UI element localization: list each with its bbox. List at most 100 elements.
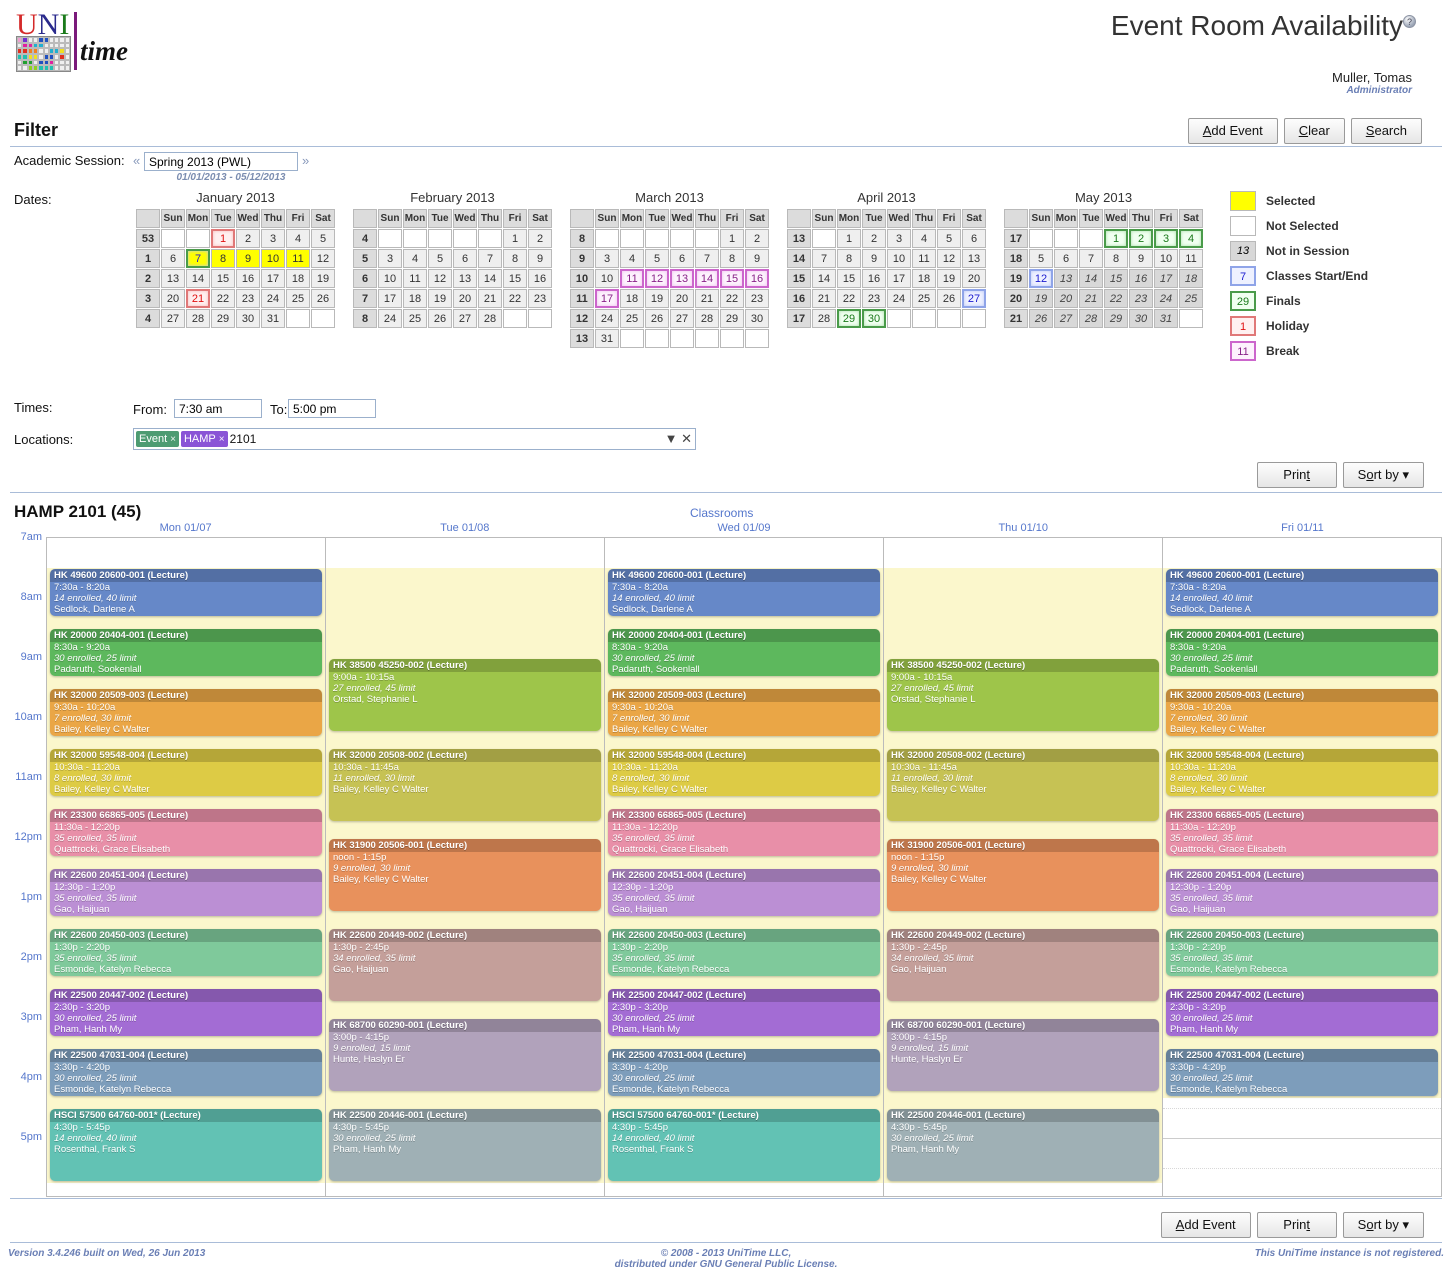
- calendar-day[interactable]: 3: [261, 229, 285, 248]
- calendar-day[interactable]: 13: [670, 269, 694, 288]
- calendar-day[interactable]: 3: [1154, 229, 1178, 248]
- event-block[interactable]: HK 22500 20447-002 (Lecture) 2:30p - 3:20…: [50, 989, 322, 1036]
- day-column[interactable]: HK 38500 45250-002 (Lecture) 9:00a - 10:1…: [326, 537, 605, 1197]
- event-block[interactable]: HK 22500 20447-002 (Lecture) 2:30p - 3:20…: [1166, 989, 1438, 1036]
- event-block[interactable]: HK 22600 20450-003 (Lecture) 1:30p - 2:20…: [50, 929, 322, 976]
- calendar-day[interactable]: 6: [161, 249, 185, 268]
- event-block[interactable]: HK 32000 20509-003 (Lecture) 9:30a - 10:2…: [50, 689, 322, 736]
- event-block[interactable]: HK 22500 20447-002 (Lecture) 2:30p - 3:20…: [608, 989, 880, 1036]
- calendar-day[interactable]: 29: [837, 309, 861, 328]
- calendar-day[interactable]: 19: [937, 269, 961, 288]
- calendar-day[interactable]: 14: [478, 269, 502, 288]
- calendar-day[interactable]: 7: [1079, 249, 1103, 268]
- event-block[interactable]: HK 38500 45250-002 (Lecture) 9:00a - 10:1…: [887, 659, 1159, 731]
- next-session-arrow[interactable]: »: [302, 153, 309, 168]
- event-block[interactable]: HK 22600 20449-002 (Lecture) 1:30p - 2:45…: [887, 929, 1159, 1001]
- calendar-day[interactable]: 10: [887, 249, 911, 268]
- month-calendar[interactable]: Sun Mon Tue Wed Thu Fri Sat 4 1 2 5 3 4 5 6 7 8 9 6 10 11 12 1…: [352, 208, 553, 329]
- calendar-day[interactable]: 7: [812, 249, 836, 268]
- calendar-day[interactable]: 28: [695, 309, 719, 328]
- calendar-day[interactable]: 11: [286, 249, 310, 268]
- event-block[interactable]: HK 22600 20449-002 (Lecture) 1:30p - 2:45…: [329, 929, 601, 1001]
- calendar-day[interactable]: 2: [862, 229, 886, 248]
- calendar-day[interactable]: 28: [812, 309, 836, 328]
- calendar-day[interactable]: 13: [161, 269, 185, 288]
- calendar-day[interactable]: 2: [745, 229, 769, 248]
- calendar-day[interactable]: 8: [720, 249, 744, 268]
- close-icon[interactable]: ×: [170, 434, 176, 445]
- event-block[interactable]: HK 22600 20451-004 (Lecture) 12:30p - 1:2…: [50, 869, 322, 916]
- calendar-day[interactable]: 23: [745, 289, 769, 308]
- event-block[interactable]: HK 49600 20600-001 (Lecture) 7:30a - 8:20…: [1166, 569, 1438, 616]
- calendar-day[interactable]: 11: [912, 249, 936, 268]
- calendar-day[interactable]: 24: [378, 309, 402, 328]
- calendar-day[interactable]: 5: [311, 229, 335, 248]
- calendar-day[interactable]: 5: [428, 249, 452, 268]
- calendar-day[interactable]: 11: [403, 269, 427, 288]
- calendar-day[interactable]: 21: [812, 289, 836, 308]
- event-block[interactable]: HK 32000 59548-004 (Lecture) 10:30a - 11:…: [608, 749, 880, 796]
- close-icon[interactable]: ✕: [681, 431, 692, 446]
- month-calendar[interactable]: Sun Mon Tue Wed Thu Fri Sat 17 1 2 3 4 18 5 6 7 8 9 10 11 19…: [1003, 208, 1204, 329]
- calendar-day[interactable]: 12: [311, 249, 335, 268]
- event-block[interactable]: HK 32000 20509-003 (Lecture) 9:30a - 10:2…: [608, 689, 880, 736]
- calendar-day[interactable]: 25: [1179, 289, 1203, 308]
- time-to-input[interactable]: [288, 399, 376, 418]
- calendar-day[interactable]: 6: [1054, 249, 1078, 268]
- calendar-day[interactable]: 25: [286, 289, 310, 308]
- calendar-day[interactable]: 22: [720, 289, 744, 308]
- calendar-day[interactable]: 14: [1079, 269, 1103, 288]
- print-button-bottom[interactable]: Print: [1256, 1212, 1337, 1238]
- calendar-day[interactable]: 13: [962, 249, 986, 268]
- calendar-day[interactable]: 12: [645, 269, 669, 288]
- calendar-day[interactable]: 4: [286, 229, 310, 248]
- calendar-day[interactable]: 25: [912, 289, 936, 308]
- calendar-day[interactable]: 27: [962, 289, 986, 308]
- event-block[interactable]: HK 23300 66865-005 (Lecture) 11:30a - 12:…: [608, 809, 880, 856]
- calendar-day[interactable]: 9: [745, 249, 769, 268]
- clear-button[interactable]: Clear: [1283, 118, 1345, 144]
- calendar-day[interactable]: 9: [236, 249, 260, 268]
- event-block[interactable]: HK 31900 20506-001 (Lecture) noon - 1:15p…: [329, 839, 601, 911]
- calendar-day[interactable]: 24: [595, 309, 619, 328]
- month-calendar[interactable]: Sun Mon Tue Wed Thu Fri Sat 53 1 2 3 4 5 1 6 7 8 9 10 11 12 2…: [135, 208, 336, 329]
- calendar-day[interactable]: 16: [528, 269, 552, 288]
- calendar-day[interactable]: 16: [862, 269, 886, 288]
- calendar-day[interactable]: 20: [962, 269, 986, 288]
- calendar-day[interactable]: 14: [812, 269, 836, 288]
- calendar-day[interactable]: 19: [645, 289, 669, 308]
- calendar-day[interactable]: 19: [311, 269, 335, 288]
- event-block[interactable]: HK 68700 60290-001 (Lecture) 3:00p - 4:15…: [329, 1019, 601, 1091]
- calendar-day[interactable]: 19: [428, 289, 452, 308]
- calendar-day[interactable]: 17: [1154, 269, 1178, 288]
- location-chip-event[interactable]: Event ×: [136, 431, 179, 447]
- add-event-button-top[interactable]: Add Event: [1187, 118, 1278, 144]
- calendar-day[interactable]: 10: [595, 269, 619, 288]
- calendar-day[interactable]: 20: [670, 289, 694, 308]
- calendar-day[interactable]: 20: [453, 289, 477, 308]
- event-block[interactable]: HK 22500 20446-001 (Lecture) 4:30p - 5:45…: [887, 1109, 1159, 1181]
- calendar-day[interactable]: 24: [261, 289, 285, 308]
- day-column[interactable]: HK 38500 45250-002 (Lecture) 9:00a - 10:1…: [884, 537, 1163, 1197]
- calendar-day[interactable]: 23: [862, 289, 886, 308]
- event-block[interactable]: HK 49600 20600-001 (Lecture) 7:30a - 8:20…: [608, 569, 880, 616]
- event-block[interactable]: HK 22600 20451-004 (Lecture) 12:30p - 1:2…: [1166, 869, 1438, 916]
- sort-by-button-bottom[interactable]: Sort by ▾: [1342, 1212, 1424, 1238]
- event-block[interactable]: HK 22500 47031-004 (Lecture) 3:30p - 4:20…: [50, 1049, 322, 1096]
- calendar-day[interactable]: 16: [1129, 269, 1153, 288]
- chevron-down-icon[interactable]: ▼: [665, 431, 678, 446]
- calendar-day[interactable]: 1: [503, 229, 527, 248]
- calendar-day[interactable]: 26: [937, 289, 961, 308]
- calendar-day[interactable]: 7: [186, 249, 210, 268]
- event-block[interactable]: HK 20000 20404-001 (Lecture) 8:30a - 9:20…: [1166, 629, 1438, 676]
- calendar-day[interactable]: 4: [620, 249, 644, 268]
- calendar-day[interactable]: 18: [620, 289, 644, 308]
- event-block[interactable]: HK 20000 20404-001 (Lecture) 8:30a - 9:20…: [50, 629, 322, 676]
- calendar-day[interactable]: 17: [595, 289, 619, 308]
- calendar-day[interactable]: 17: [378, 289, 402, 308]
- calendar-day[interactable]: 22: [211, 289, 235, 308]
- event-block[interactable]: HK 32000 20509-003 (Lecture) 9:30a - 10:2…: [1166, 689, 1438, 736]
- event-block[interactable]: HSCI 57500 64760-001* (Lecture) 4:30p - 5…: [50, 1109, 322, 1181]
- calendar-day[interactable]: 8: [503, 249, 527, 268]
- event-block[interactable]: HK 31900 20506-001 (Lecture) noon - 1:15p…: [887, 839, 1159, 911]
